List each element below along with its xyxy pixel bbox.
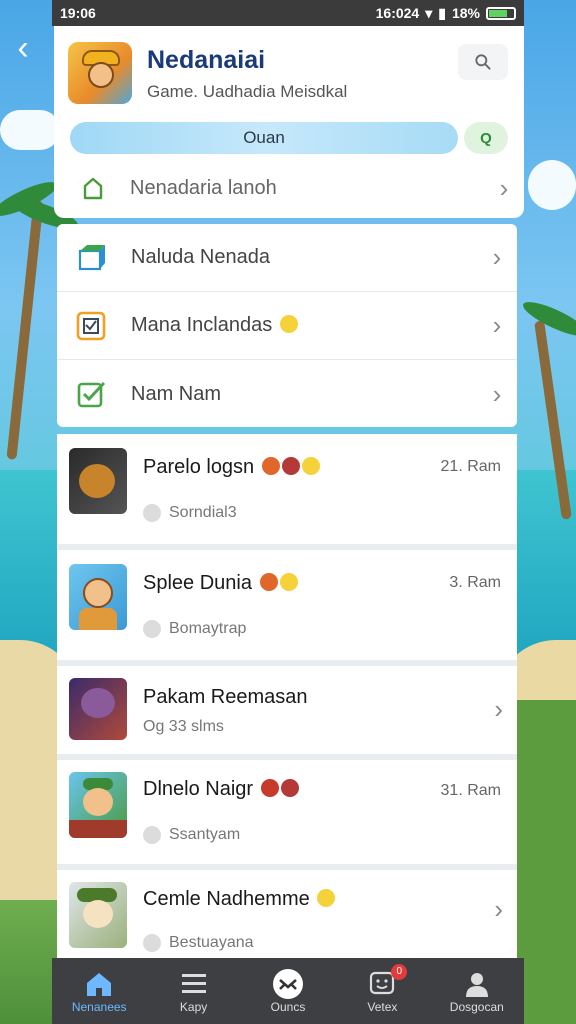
pill-label: Ouan bbox=[243, 128, 285, 147]
chevron-right-icon: › bbox=[492, 242, 502, 272]
list-item[interactable]: Parelo logsn 21. Ram Sorndial3 bbox=[57, 434, 517, 550]
chevron-right-icon: › bbox=[494, 694, 503, 724]
list-item[interactable]: Cemle Nadhemme › Bestuayana bbox=[57, 870, 517, 970]
game-sub: Ssantyam bbox=[143, 826, 240, 844]
status-dot bbox=[143, 826, 161, 844]
menu-item-label: Mana Inclandas bbox=[131, 314, 477, 337]
palm-tree-icon bbox=[6, 200, 44, 460]
nav-label: Kapy bbox=[179, 1000, 208, 1014]
game-name: Parelo logsn bbox=[143, 456, 320, 479]
emoji-icon bbox=[279, 573, 298, 591]
status-dot bbox=[143, 620, 161, 638]
list-item[interactable]: Dlnelo Naigr 31. Ram Ssantyam bbox=[57, 760, 517, 870]
app-subtitle: Game. Uadhadia Meisdkal bbox=[147, 82, 348, 101]
header-card: Nedanaiai Game. Uadhadia Meisdkal Ouan Q… bbox=[54, 26, 524, 218]
status-dot bbox=[143, 934, 161, 952]
menu-item-label: Nam Nam bbox=[131, 382, 222, 405]
game-time: 31. Ram bbox=[440, 782, 501, 799]
game-sub: Bestuayana bbox=[143, 934, 254, 952]
game-thumbnail bbox=[69, 678, 127, 740]
app-title: Nedanaiai bbox=[147, 46, 266, 74]
menu-item-label: Naluda Nenada bbox=[131, 246, 270, 268]
game-name: Pakam Reemasan bbox=[143, 686, 308, 708]
highlight-pill[interactable]: Ouan bbox=[70, 122, 458, 154]
search-button[interactable] bbox=[458, 44, 508, 80]
status-right-text: 16:024 bbox=[375, 5, 420, 21]
chevron-right-icon: › bbox=[492, 310, 502, 340]
bottom-nav: Nenanees Kapy Ouncs 0 Vetex Dosgocan bbox=[52, 958, 524, 1024]
chevron-right-icon: › bbox=[494, 894, 503, 924]
emoji-icon bbox=[279, 315, 298, 333]
menu-item-2[interactable]: Nam Nam › bbox=[57, 360, 517, 428]
emoji-icon bbox=[261, 457, 280, 475]
game-time: 21. Ram bbox=[440, 458, 501, 475]
nav-item-home[interactable]: Nenanees bbox=[52, 958, 146, 1024]
bag-icon bbox=[76, 174, 110, 202]
nav-label: Ouncs bbox=[270, 1000, 306, 1014]
notification-badge: 0 bbox=[391, 964, 408, 980]
nav-label: Dosgocan bbox=[449, 1000, 504, 1014]
emoji-icon bbox=[280, 779, 299, 797]
game-time: 3. Ram bbox=[449, 574, 501, 591]
app-avatar bbox=[68, 42, 132, 104]
status-icons: 16:024 ▾ ▮ 18% bbox=[376, 5, 516, 22]
wifi-icon: ▾ bbox=[425, 4, 433, 21]
game-sub: Og 33 slms bbox=[143, 718, 224, 735]
status-dot bbox=[143, 504, 161, 522]
cube-icon bbox=[73, 240, 109, 276]
game-thumbnail bbox=[69, 564, 127, 630]
nav-item-list[interactable]: Kapy bbox=[146, 958, 240, 1024]
palm-leaf-icon bbox=[519, 296, 576, 342]
emoji-icon bbox=[260, 779, 279, 797]
game-thumbnail bbox=[69, 448, 127, 514]
status-time: 19:06 bbox=[60, 5, 96, 21]
game-list: Parelo logsn 21. Ram Sorndial3 Splee Dun… bbox=[57, 434, 517, 970]
emoji-icon bbox=[281, 457, 300, 475]
game-sub: Sorndial3 bbox=[143, 504, 237, 522]
cloud-icon bbox=[0, 110, 60, 150]
menu-list: Naluda Nenada › Mana Inclandas › Nam Nam… bbox=[57, 224, 517, 427]
game-name: Splee Dunia bbox=[143, 572, 298, 595]
search-icon bbox=[475, 54, 491, 70]
check-square-icon bbox=[73, 376, 109, 412]
nav-item-chat[interactable]: 0 Vetex bbox=[335, 958, 429, 1024]
chevron-right-icon: › bbox=[492, 378, 502, 409]
emoji-icon bbox=[301, 457, 320, 475]
game-name: Cemle Nadhemme bbox=[143, 888, 336, 911]
checklist-icon bbox=[73, 308, 109, 344]
nav-label: Nenanees bbox=[71, 1000, 127, 1014]
cloud-icon bbox=[528, 160, 576, 210]
battery-label: 18% bbox=[451, 5, 480, 21]
menu-item-1[interactable]: Mana Inclandas › bbox=[57, 292, 517, 360]
signal-icon: ▮ bbox=[438, 4, 446, 21]
home-icon bbox=[84, 968, 114, 1000]
list-icon bbox=[180, 968, 208, 1000]
header-row-label: Nenadaria lanoh bbox=[130, 176, 277, 199]
palm-tree-icon bbox=[534, 320, 572, 520]
list-item[interactable]: Splee Dunia 3. Ram Bomaytrap bbox=[57, 550, 517, 666]
gamepad-icon bbox=[271, 968, 305, 1000]
nav-label: Vetex bbox=[367, 1000, 398, 1014]
nav-item-profile[interactable]: Dosgocan bbox=[430, 958, 524, 1024]
pill-go-button[interactable]: Q bbox=[464, 122, 508, 154]
list-item[interactable]: Pakam Reemasan Og 33 slms › bbox=[57, 666, 517, 760]
menu-item-0[interactable]: Naluda Nenada › bbox=[57, 224, 517, 292]
status-bar: 19:06 16:024 ▾ ▮ 18% bbox=[52, 0, 524, 26]
battery-icon bbox=[486, 6, 516, 20]
game-sub: Bomaytrap bbox=[143, 620, 246, 638]
game-thumbnail bbox=[69, 772, 127, 838]
emoji-icon bbox=[317, 889, 336, 907]
header-row[interactable]: Nenadaria lanoh › bbox=[54, 164, 524, 212]
game-thumbnail bbox=[69, 882, 127, 948]
chevron-right-icon: › bbox=[499, 172, 509, 203]
nav-item-games[interactable]: Ouncs bbox=[241, 958, 335, 1024]
profile-icon bbox=[463, 968, 491, 1000]
back-button[interactable]: ‹ bbox=[8, 30, 38, 66]
game-name: Dlnelo Naigr bbox=[143, 778, 299, 801]
emoji-icon bbox=[259, 573, 278, 591]
